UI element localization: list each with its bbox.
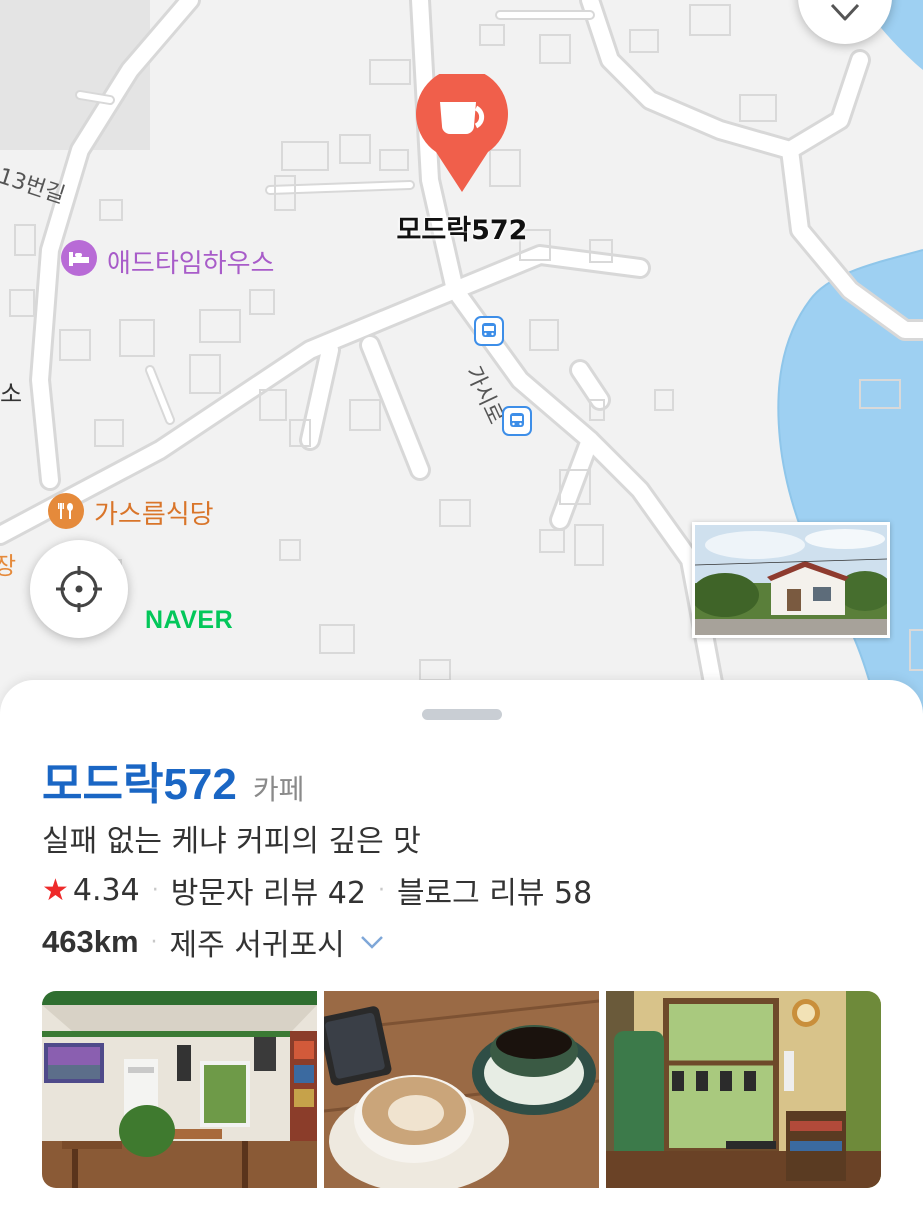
- distance-value: 463km: [42, 924, 139, 959]
- current-location-button[interactable]: [30, 540, 128, 638]
- fork-spoon-icon[interactable]: [48, 493, 84, 529]
- place-photo-window[interactable]: [606, 991, 881, 1188]
- selected-place-pin[interactable]: [414, 68, 510, 194]
- visitor-review-link[interactable]: 방문자 리뷰 42: [171, 868, 366, 912]
- crosshair-icon: [56, 566, 102, 612]
- compass-arrow-icon: [830, 3, 860, 21]
- bed-icon[interactable]: [61, 240, 97, 276]
- naver-logo: NAVER: [145, 606, 234, 634]
- place-name[interactable]: 모드락572: [42, 748, 237, 812]
- rating-value: 4.34: [72, 872, 140, 908]
- photo-gallery[interactable]: [42, 991, 881, 1188]
- place-photo-interior[interactable]: [42, 991, 317, 1188]
- place-description: 실패 없는 케냐 커피의 깊은 맛: [42, 824, 421, 859]
- edge-label: 소: [0, 380, 23, 408]
- place-category: 카페: [252, 773, 305, 806]
- poi-label-restaurant[interactable]: 가스름식당: [94, 494, 214, 531]
- place-photo-coffee[interactable]: [324, 991, 599, 1188]
- bus-icon[interactable]: [474, 316, 504, 346]
- map-view[interactable]: 13번길 가시로 소 장 애드타임하우스 가스름식당 모드락572 NAVER: [0, 0, 923, 720]
- chevron-down-icon[interactable]: [359, 934, 385, 950]
- street-view-thumbnail[interactable]: [692, 522, 890, 638]
- poi-label-lodging[interactable]: 애드타임하우스: [107, 243, 274, 280]
- blog-review-link[interactable]: 블로그 리뷰 58: [397, 868, 592, 912]
- separator-dot: ·: [377, 877, 385, 903]
- place-title-row: 모드락572 카페: [42, 748, 304, 812]
- bus-icon[interactable]: [502, 406, 532, 436]
- separator-dot: ·: [150, 929, 158, 955]
- separator-dot: ·: [151, 877, 159, 903]
- distance-address-row[interactable]: 463km · 제주 서귀포시: [42, 920, 385, 964]
- address-text: 제주 서귀포시: [169, 928, 345, 963]
- rating-review-row: ★ 4.34 · 방문자 리뷰 42 · 블로그 리뷰 58: [42, 868, 592, 912]
- selected-place-label[interactable]: 모드락572: [380, 208, 544, 247]
- star-icon: ★: [42, 872, 69, 908]
- edge-label-2: 장: [0, 552, 17, 580]
- place-info-sheet[interactable]: 모드락572 카페 실패 없는 케냐 커피의 깊은 맛 ★ 4.34 · 방문자…: [0, 680, 923, 1230]
- sheet-drag-handle[interactable]: [422, 709, 502, 720]
